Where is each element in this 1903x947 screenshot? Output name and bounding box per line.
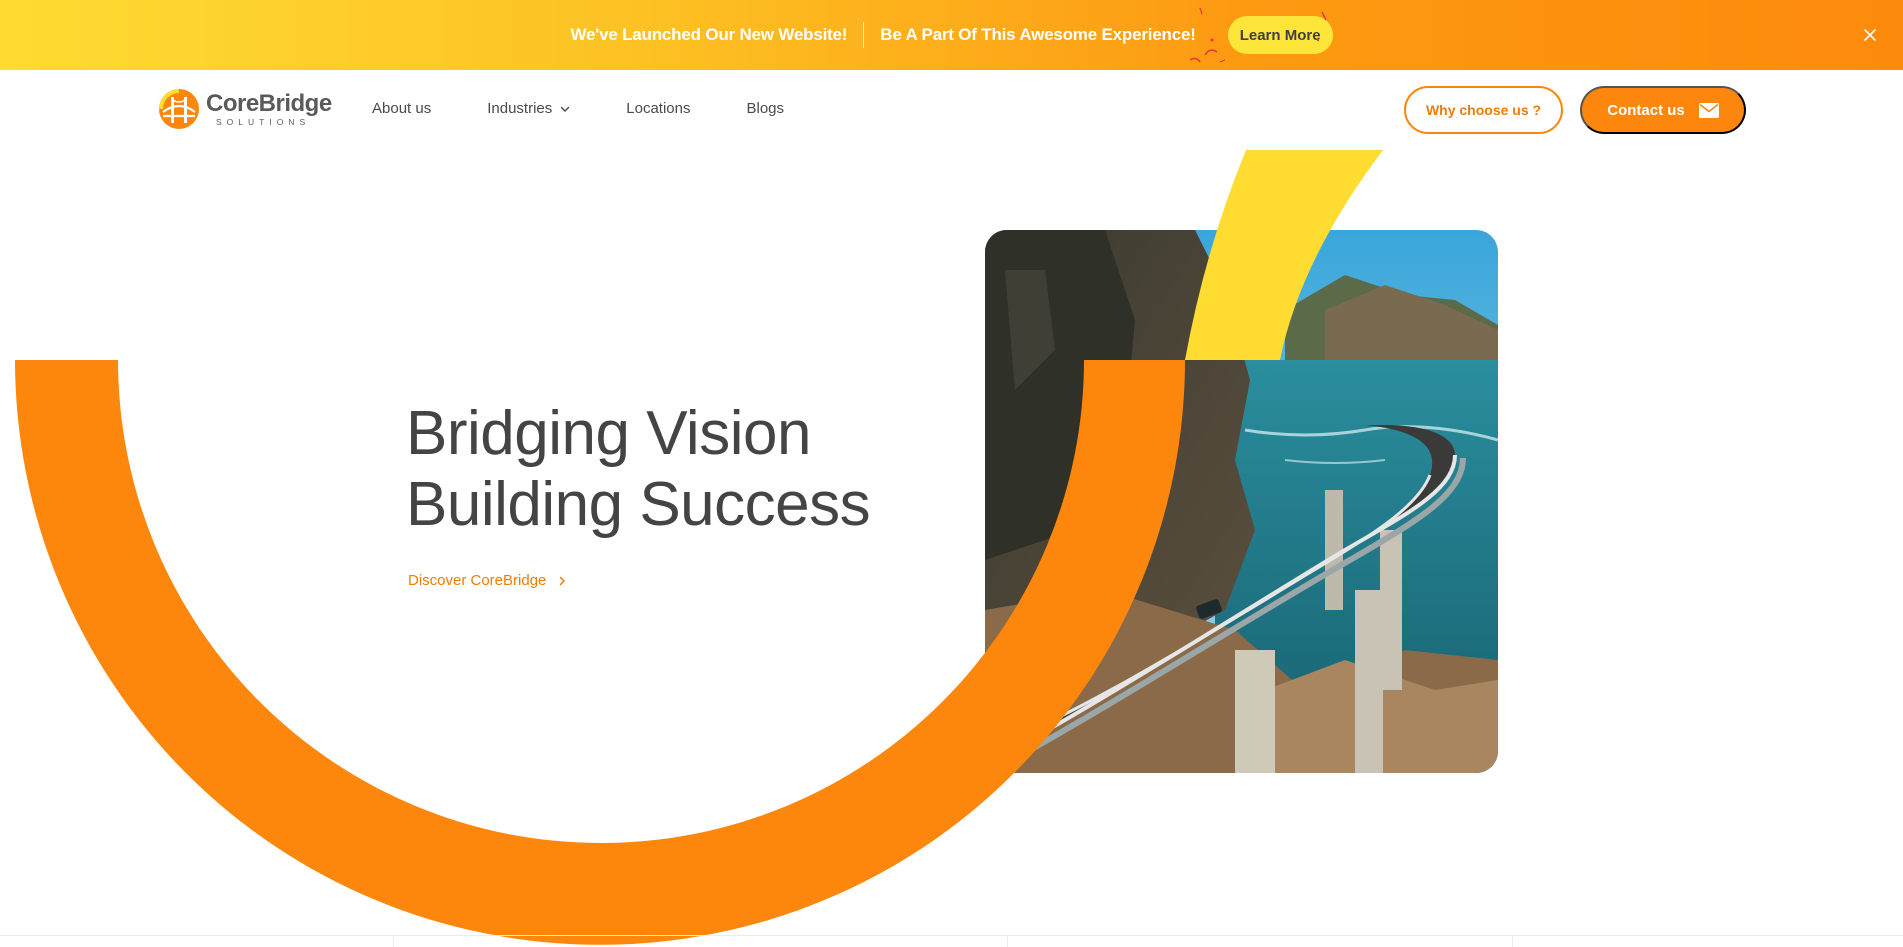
contact-us-label: Contact us <box>1607 101 1685 119</box>
chevron-down-icon <box>561 106 570 112</box>
confetti-decoration <box>1189 7 1327 63</box>
bridge-logo-icon <box>159 89 199 129</box>
section-divider <box>0 935 1903 936</box>
nav-item-label: Locations <box>626 100 691 117</box>
discover-corebridge-link[interactable]: Discover CoreBridge <box>408 572 566 589</box>
nav-item-industries[interactable]: Industries <box>487 100 570 117</box>
mail-icon <box>1698 102 1719 118</box>
nav-item-label: About us <box>372 100 432 117</box>
close-announcement-button[interactable] <box>1857 22 1883 48</box>
announcement-message: We've Launched Our New Website! <box>570 25 848 44</box>
brand-tagline: SOLUTIONS <box>216 116 311 127</box>
close-icon <box>1864 29 1876 41</box>
nav-item-label: Blogs <box>746 100 785 117</box>
nav-item-locations[interactable]: Locations <box>626 100 690 117</box>
nav-item-label: Industries <box>487 100 553 117</box>
announcement-divider <box>863 22 865 48</box>
discover-label: Discover CoreBridge <box>408 572 547 589</box>
hero-title: Bridging Vision Building Success <box>406 398 871 540</box>
announcement-bar: We've Launched Our New Website! Be A Par… <box>0 0 1903 70</box>
brand-name: CoreBridge <box>206 89 332 117</box>
brand-logo[interactable]: CoreBridge SOLUTIONS <box>158 88 332 130</box>
nav-item-about-us[interactable]: About us <box>372 100 431 117</box>
coastal-bridge-photo <box>985 230 1498 773</box>
hero-title-line-2: Building Success <box>406 470 871 539</box>
column-divider <box>1512 935 1513 947</box>
chevron-right-icon <box>560 576 566 585</box>
nav-item-blogs[interactable]: Blogs <box>746 100 784 117</box>
primary-menu: About us Industries Locations Blogs <box>372 100 784 117</box>
main-navigation: CoreBridge SOLUTIONS About us Industries… <box>0 70 1903 150</box>
hero-title-line-1: Bridging Vision <box>406 399 811 468</box>
column-divider <box>1007 935 1008 947</box>
contact-us-button[interactable]: Contact us <box>1580 86 1746 134</box>
why-choose-us-button[interactable]: Why choose us ? <box>1404 86 1563 134</box>
hero-image <box>985 230 1498 773</box>
column-divider <box>393 935 394 947</box>
announcement-submessage: Be A Part Of This Awesome Experience! <box>880 25 1196 44</box>
